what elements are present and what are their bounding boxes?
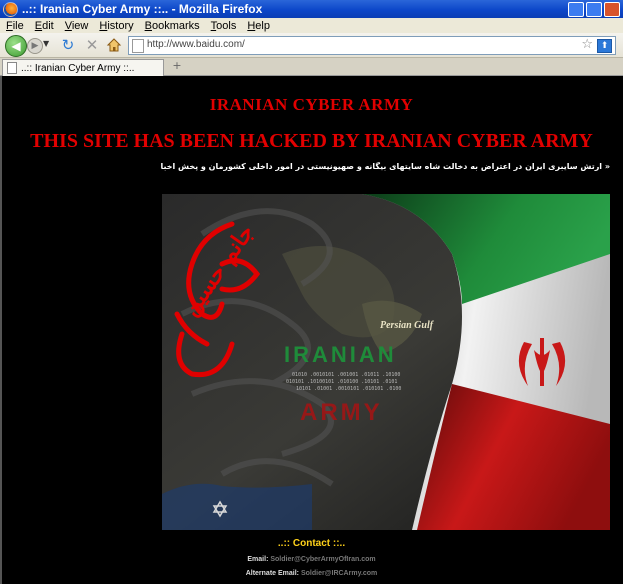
map-label-persian-gulf: Persian Gulf (380, 320, 435, 331)
firefox-icon (3, 1, 18, 17)
email-label: Email: (247, 556, 269, 563)
menu-view[interactable]: View (59, 20, 94, 32)
svg-text:010101 .10100101 .010100 .1010: 010101 .10100101 .010100 .10101 .0101 (286, 379, 397, 385)
tab-label: ..:: Iranian Cyber Army ::.. (21, 62, 135, 74)
alternate-email-link[interactable]: Soldier@IRCArmy.com (301, 570, 377, 577)
back-button[interactable]: ◀ (5, 35, 27, 57)
menu-help[interactable]: Help (241, 20, 275, 32)
forward-button[interactable]: ▶ (27, 38, 43, 54)
stop-icon: ✕ (85, 36, 99, 54)
defacement-banner-image: Persian Gulf IRANIAN 01010 .0010101 .001… (162, 194, 610, 530)
page-icon (132, 39, 144, 53)
menu-edit[interactable]: Edit (29, 20, 59, 32)
tab-page-icon (7, 62, 17, 74)
alternate-email-row: Alternate Email: Soldier@IRCArmy.com (0, 570, 623, 577)
svg-text:10101 .01001 .0010101 .010101: 10101 .01001 .0010101 .010101 .0100 (296, 386, 401, 392)
close-button[interactable] (604, 2, 620, 17)
stop-button[interactable]: ✕ (84, 37, 100, 53)
reload-button[interactable]: ↻ (60, 37, 76, 53)
address-bar[interactable]: http://www.baidu.com/ ☆ ⬆ (128, 36, 616, 55)
window-titlebar: ..:: Iranian Cyber Army ::.. - Mozilla F… (0, 0, 623, 18)
maximize-button[interactable] (586, 2, 602, 17)
go-icon[interactable]: ⬆ (597, 39, 612, 53)
svg-text:01010 .0010101 .001001 .01011: 01010 .0010101 .001001 .01011 .10100 (292, 372, 400, 378)
home-button[interactable] (106, 37, 122, 53)
page-content: IRANIAN CYBER ARMY THIS SITE HAS BEEN HA… (0, 76, 623, 584)
menu-bookmarks[interactable]: Bookmarks (139, 20, 205, 32)
contact-heading: ..:: Contact ::.. (277, 538, 346, 549)
back-arrow-icon: ◀ (11, 39, 21, 53)
new-tab-button[interactable]: + (170, 59, 184, 73)
alternate-email-label: Alternate Email: (245, 570, 299, 577)
banner-artwork: Persian Gulf IRANIAN 01010 .0010101 .001… (162, 194, 610, 530)
email-link[interactable]: Soldier@CyberArmyOfIran.com (270, 556, 375, 563)
menu-tools[interactable]: Tools (205, 20, 242, 32)
menu-bar: File Edit View History Bookmarks Tools H… (0, 18, 623, 33)
forward-arrow-icon: ▶ (31, 41, 39, 51)
menu-file[interactable]: File (0, 20, 29, 32)
window-controls (568, 2, 620, 17)
hacked-message: THIS SITE HAS BEEN HACKED BY IRANIAN CYB… (30, 130, 593, 152)
url-text[interactable]: http://www.baidu.com/ (147, 39, 245, 50)
email-row: Email: Soldier@CyberArmyOfIran.com (0, 556, 623, 563)
minimize-button[interactable] (568, 2, 584, 17)
home-icon (106, 38, 122, 52)
reload-icon: ↻ (61, 36, 75, 54)
tab-iranian-cyber-army[interactable]: ..:: Iranian Cyber Army ::.. (2, 59, 164, 76)
window-title: ..:: Iranian Cyber Army ::.. - Mozilla F… (22, 2, 263, 16)
logo-word-bottom: ARMY (300, 399, 383, 426)
binary-overlay: 01010 .0010101 .001001 .01011 .10100 010… (286, 372, 401, 392)
tab-bar: ..:: Iranian Cyber Army ::.. + (0, 58, 623, 76)
page-heading: IRANIAN CYBER ARMY (209, 95, 414, 114)
navigation-toolbar: ◀ ▶ ▼ ↻ ✕ http://www.baidu.com/ ☆ ⬆ (0, 33, 623, 58)
persian-statement: « ارتش سایبری ایران در اعتراض به دخالت ش… (160, 162, 610, 171)
menu-history[interactable]: History (93, 20, 138, 32)
bookmark-star-icon[interactable]: ☆ (581, 37, 593, 52)
logo-word-top: IRANIAN (284, 342, 397, 367)
history-dropdown-button[interactable]: ▼ (43, 39, 49, 48)
